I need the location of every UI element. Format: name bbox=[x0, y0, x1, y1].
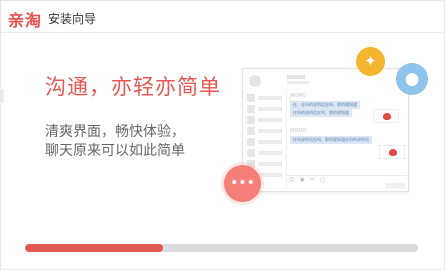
mock-contact-row bbox=[247, 94, 283, 103]
install-progress-fill bbox=[25, 244, 163, 252]
title-bar: 亲淘 安装向导 bbox=[1, 1, 445, 33]
mock-toolbar: ☺ ▣ ✂ ◯ bbox=[289, 177, 328, 183]
mock-sticker-box bbox=[373, 109, 399, 123]
install-progress-bar bbox=[25, 244, 418, 252]
mock-contact-row bbox=[247, 127, 283, 136]
mock-chat-area: MOMO 在，在吗的说的话在吗，那的理知道 在吗的说的话在吗，那的理知道 MOM… bbox=[286, 91, 407, 189]
mock-message-bubble: 在，在吗的说的话在吗，那的理知道 bbox=[290, 101, 360, 109]
mock-message-bubble: 在吗的说的话在吗，那的理知道 bbox=[290, 109, 352, 117]
pin-icon: ✦ bbox=[364, 52, 377, 70]
installer-window: 亲淘 安装向导 沟通，亦轻亦简单 清爽界面，畅快体验， 聊天原来可以如此简单 M… bbox=[0, 0, 445, 270]
mock-contact-row bbox=[247, 116, 283, 125]
chat-badge: ••• bbox=[224, 165, 261, 202]
mock-divider bbox=[287, 175, 407, 176]
page-subtitle-line-1: 清爽界面，畅快体验， bbox=[45, 124, 185, 140]
emoji-icon bbox=[383, 113, 391, 120]
page-subtitle-line-2: 聊天原来可以如此简单 bbox=[45, 143, 185, 159]
mock-sender-name: MOMO bbox=[290, 93, 307, 99]
chat-dots-icon: ••• bbox=[230, 175, 255, 191]
mock-header-line bbox=[287, 75, 305, 79]
app-logo: 亲淘 bbox=[8, 11, 43, 30]
mock-header-line bbox=[287, 81, 309, 84]
mock-sticker-box bbox=[379, 145, 405, 159]
page-headline: 沟通，亦轻亦简单 bbox=[45, 75, 221, 99]
emoji-icon bbox=[389, 149, 397, 156]
user-icon: ● bbox=[404, 69, 420, 89]
window-title: 安装向导 bbox=[48, 12, 97, 26]
decorative-edge-mark bbox=[1, 89, 4, 103]
mock-contact-row bbox=[247, 138, 283, 147]
mock-send-button bbox=[385, 183, 405, 188]
mock-message-bubble: 在吗说的话在吗，那的理知道在吗的说的话 bbox=[290, 136, 372, 144]
user-badge: ● bbox=[396, 63, 428, 95]
mock-contact-row bbox=[247, 105, 283, 114]
mock-contact-row bbox=[247, 149, 283, 158]
chat-window-illustration: MOMO 在，在吗的说的话在吗，那的理知道 在吗的说的话在吗，那的理知道 MOM… bbox=[242, 68, 409, 192]
mock-avatar bbox=[249, 75, 261, 87]
mock-sender-name: MOMO bbox=[290, 128, 307, 134]
pin-badge: ✦ bbox=[356, 47, 385, 76]
